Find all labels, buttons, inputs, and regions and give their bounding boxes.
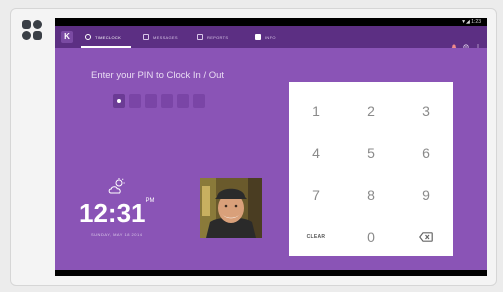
tab-label: TIMECLOCK [95, 34, 122, 40]
current-time: 12:31PM [79, 198, 155, 229]
key-9[interactable]: 9 [399, 174, 453, 216]
pin-prompt: Enter your PIN to Clock In / Out [91, 70, 225, 81]
bell-icon[interactable] [451, 37, 457, 50]
key-0[interactable]: 0 [344, 216, 398, 258]
brand-logo [22, 20, 44, 42]
pin-digit-box [113, 94, 125, 108]
tab-label: INFO [265, 34, 276, 40]
key-4[interactable]: 4 [289, 132, 343, 174]
clock-icon [85, 34, 91, 40]
tab-info[interactable]: INFO [255, 32, 276, 42]
time-value: 12:31 [79, 198, 146, 228]
nav-bar [55, 270, 487, 276]
top-app-bar: K TIMECLOCK MESSAGES REPORTS INFO [55, 26, 487, 50]
key-2[interactable]: 2 [344, 90, 398, 132]
more-icon[interactable] [475, 37, 481, 50]
tab-label: MESSAGES [153, 34, 178, 40]
employee-photo [200, 178, 262, 238]
key-3[interactable]: 3 [399, 90, 453, 132]
pin-keypad: 1 2 3 4 5 6 7 8 9 CLEAR 0 [289, 82, 453, 256]
pin-digit-box [161, 94, 173, 108]
report-icon [197, 34, 203, 40]
key-5[interactable]: 5 [344, 132, 398, 174]
key-1[interactable]: 1 [289, 90, 343, 132]
current-date: SUNDAY, MAY 18 2014 [91, 232, 143, 237]
cloud-sun-icon [107, 178, 127, 196]
tab-messages[interactable]: MESSAGES [143, 32, 178, 42]
status-text: ▼◢ 1:23 [461, 19, 481, 25]
device-screen: ▼◢ 1:23 K TIMECLOCK MESSAGES REPORTS INF… [55, 18, 487, 276]
status-bar: ▼◢ 1:23 [55, 18, 487, 26]
tab-timeclock[interactable]: TIMECLOCK [85, 32, 121, 42]
backspace-icon [419, 229, 433, 245]
key-7[interactable]: 7 [289, 174, 343, 216]
time-ampm: PM [145, 198, 155, 204]
key-6[interactable]: 6 [399, 132, 453, 174]
clear-button[interactable]: CLEAR [289, 216, 343, 258]
pin-entry[interactable] [113, 94, 205, 108]
pin-digit-box [129, 94, 141, 108]
info-icon [255, 34, 261, 40]
message-icon [143, 34, 149, 40]
settings-icon[interactable] [463, 37, 469, 50]
tab-label: REPORTS [207, 34, 229, 40]
key-8[interactable]: 8 [344, 174, 398, 216]
pin-digit-box [177, 94, 189, 108]
pin-digit-box [145, 94, 157, 108]
tab-reports[interactable]: REPORTS [197, 32, 228, 42]
pin-digit-box [193, 94, 205, 108]
backspace-button[interactable] [399, 216, 453, 258]
app-icon[interactable]: K [61, 31, 73, 43]
